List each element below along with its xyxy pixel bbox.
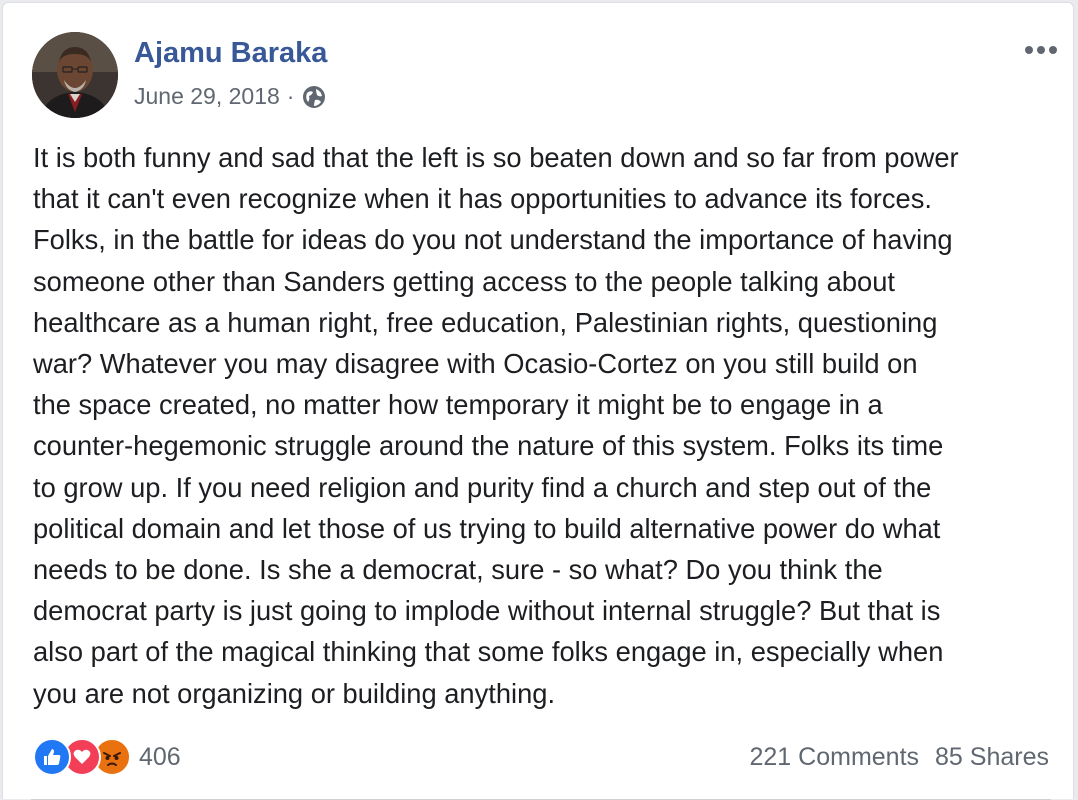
more-options-button[interactable]	[1021, 41, 1061, 59]
author-name[interactable]: Ajamu Baraka	[134, 37, 327, 70]
reactions-summary[interactable]: 406	[33, 738, 181, 776]
post-date[interactable]: June 29, 2018	[134, 83, 280, 110]
like-icon	[33, 738, 71, 776]
more-dot-icon	[1037, 46, 1045, 54]
engagement-stats: 221 Comments 85 Shares	[750, 743, 1050, 772]
more-dot-icon	[1025, 46, 1033, 54]
reaction-count[interactable]: 406	[139, 743, 181, 772]
more-dot-icon	[1049, 46, 1057, 54]
author-avatar[interactable]	[32, 32, 118, 118]
meta-separator: ·	[286, 83, 295, 109]
comments-count-link[interactable]: 221 Comments	[750, 743, 920, 772]
post-card: Ajamu Baraka June 29, 2018 · It is both …	[2, 2, 1074, 800]
post-body-text: It is both funny and sad that the left i…	[33, 142, 959, 709]
shares-count-link[interactable]: 85 Shares	[935, 743, 1049, 772]
globe-icon[interactable]	[301, 84, 327, 110]
post-meta: June 29, 2018 ·	[134, 83, 327, 110]
avatar-portrait-image	[32, 32, 118, 118]
